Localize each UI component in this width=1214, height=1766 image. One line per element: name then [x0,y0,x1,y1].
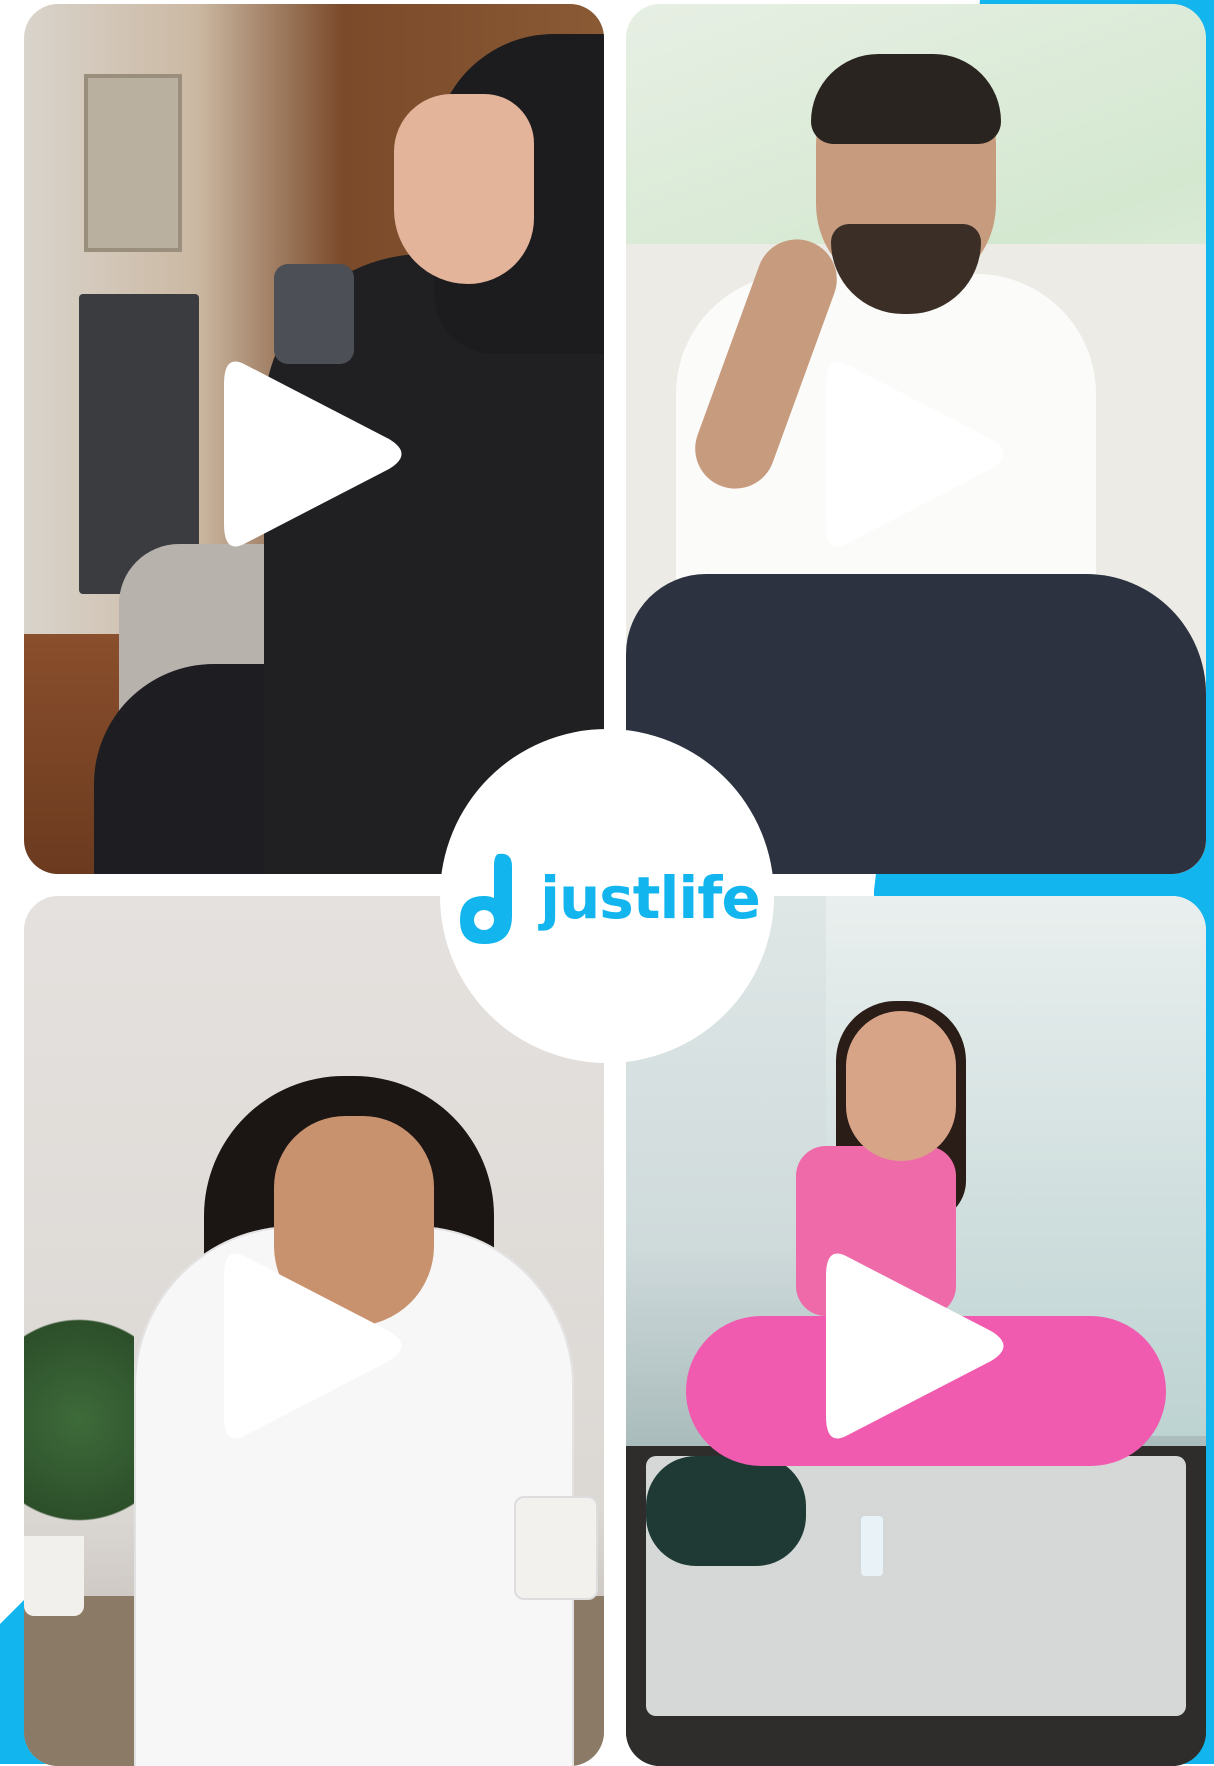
plant-pot [24,1536,84,1616]
play-icon[interactable] [214,344,414,564]
justlife-logo-mark-icon [460,853,513,944]
mug [514,1496,598,1600]
water-bottle [861,1516,883,1576]
play-icon[interactable] [214,1236,414,1456]
video-tile-4[interactable] [626,896,1206,1766]
brand-logo: justlife [454,848,761,948]
wall-frame [84,74,182,252]
brand-name: justlife [540,864,761,932]
person-hair [811,54,1001,144]
play-icon[interactable] [816,344,1016,564]
person-face [394,94,534,284]
video-tile-1[interactable] [24,4,604,874]
play-icon[interactable] [816,1236,1016,1456]
machine-pad [646,1456,806,1566]
brand-logo-badge[interactable]: justlife [440,729,774,1063]
person-head [846,1011,956,1161]
video-tile-2[interactable] [626,4,1206,874]
